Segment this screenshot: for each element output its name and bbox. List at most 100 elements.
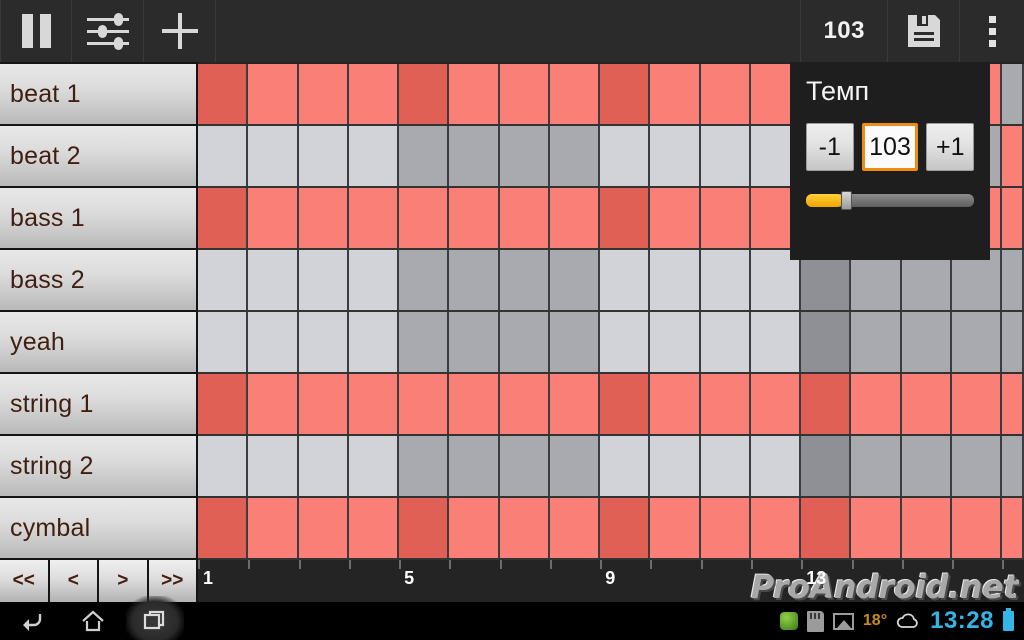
step-cell-r3-c1[interactable] xyxy=(198,188,249,248)
step-cell-r7-c9[interactable] xyxy=(600,436,651,496)
step-cell-r2-c2[interactable] xyxy=(248,126,299,186)
track-label-yeah[interactable]: yeah xyxy=(0,312,198,374)
step-cell-r8-c2[interactable] xyxy=(248,498,299,558)
step-cell-r7-c14[interactable] xyxy=(851,436,902,496)
step-cell-r6-c9[interactable] xyxy=(600,374,651,434)
step-cell-r7-c12[interactable] xyxy=(750,436,801,496)
step-cell-r4-c11[interactable] xyxy=(700,250,751,310)
step-cell-r3-c4[interactable] xyxy=(348,188,399,248)
step-cell-r1-c6[interactable] xyxy=(449,64,500,124)
step-cell-r7-c4[interactable] xyxy=(348,436,399,496)
track-label-beat-1[interactable]: beat 1 xyxy=(0,62,198,126)
step-cell-r6-c10[interactable] xyxy=(650,374,701,434)
track-label-bass-2[interactable]: bass 2 xyxy=(0,250,198,312)
save-button[interactable] xyxy=(888,0,960,62)
step-cell-r3-c10[interactable] xyxy=(650,188,701,248)
step-cell-r5-c15[interactable] xyxy=(901,312,952,372)
step-cell-r2-c7[interactable] xyxy=(499,126,550,186)
step-cell-r6-c5[interactable] xyxy=(399,374,450,434)
step-cell-r7-c1[interactable] xyxy=(198,436,249,496)
step-cell-r4-c7[interactable] xyxy=(499,250,550,310)
step-cell-r3-edge[interactable] xyxy=(1002,188,1024,248)
step-cell-r8-c10[interactable] xyxy=(650,498,701,558)
step-cell-r6-c3[interactable] xyxy=(298,374,349,434)
track-label-beat-2[interactable]: beat 2 xyxy=(0,126,198,188)
step-cell-r3-c8[interactable] xyxy=(549,188,600,248)
step-cell-r4-c9[interactable] xyxy=(600,250,651,310)
step-cell-r7-c6[interactable] xyxy=(449,436,500,496)
step-cell-r7-c16[interactable] xyxy=(951,436,1002,496)
step-cell-r4-c1[interactable] xyxy=(198,250,249,310)
step-cell-r8-c1[interactable] xyxy=(198,498,249,558)
step-cell-r2-c8[interactable] xyxy=(549,126,600,186)
step-cell-r5-c16[interactable] xyxy=(951,312,1002,372)
step-cell-r8-c3[interactable] xyxy=(298,498,349,558)
pause-button[interactable] xyxy=(0,0,72,62)
step-cell-r1-c1[interactable] xyxy=(198,64,249,124)
step-cell-r6-c11[interactable] xyxy=(700,374,751,434)
step-cell-r1-c3[interactable] xyxy=(298,64,349,124)
step-cell-r7-c7[interactable] xyxy=(499,436,550,496)
step-cell-r5-c10[interactable] xyxy=(650,312,701,372)
tempo-increment-button[interactable]: +1 xyxy=(926,123,974,171)
step-cell-r5-c1[interactable] xyxy=(198,312,249,372)
step-cell-r5-c8[interactable] xyxy=(549,312,600,372)
step-cell-r5-c6[interactable] xyxy=(449,312,500,372)
step-cell-r4-c8[interactable] xyxy=(549,250,600,310)
step-cell-r1-edge[interactable] xyxy=(1002,64,1024,124)
step-cell-r4-c2[interactable] xyxy=(248,250,299,310)
tempo-value-field[interactable]: 103 xyxy=(861,123,919,171)
home-button[interactable] xyxy=(62,602,124,640)
step-cell-r5-c14[interactable] xyxy=(851,312,902,372)
step-cell-r2-c5[interactable] xyxy=(399,126,450,186)
step-cell-r2-c4[interactable] xyxy=(348,126,399,186)
rewind-all-button[interactable]: << xyxy=(0,560,50,602)
step-cell-r3-c6[interactable] xyxy=(449,188,500,248)
step-cell-r6-c16[interactable] xyxy=(951,374,1002,434)
step-cell-r3-c11[interactable] xyxy=(700,188,751,248)
step-cell-r2-c9[interactable] xyxy=(600,126,651,186)
step-cell-r1-c11[interactable] xyxy=(700,64,751,124)
step-cell-r5-c2[interactable] xyxy=(248,312,299,372)
tempo-display-button[interactable]: 103 xyxy=(800,0,888,62)
step-cell-r5-c13[interactable] xyxy=(801,312,852,372)
step-cell-r6-c2[interactable] xyxy=(248,374,299,434)
back-button[interactable] xyxy=(0,602,62,640)
step-cell-r5-c3[interactable] xyxy=(298,312,349,372)
mixer-button[interactable] xyxy=(72,0,144,62)
step-cell-r4-edge[interactable] xyxy=(1002,250,1024,310)
step-cell-r8-c12[interactable] xyxy=(750,498,801,558)
step-cell-r6-c12[interactable] xyxy=(750,374,801,434)
step-cell-r2-edge[interactable] xyxy=(1002,126,1024,186)
rewind-button[interactable]: < xyxy=(49,560,99,602)
track-label-cymbal[interactable]: cymbal xyxy=(0,498,198,560)
step-cell-r6-c8[interactable] xyxy=(549,374,600,434)
step-cell-r1-c10[interactable] xyxy=(650,64,701,124)
step-cell-r7-c13[interactable] xyxy=(801,436,852,496)
track-label-string-2[interactable]: string 2 xyxy=(0,436,198,498)
step-cell-r5-c12[interactable] xyxy=(750,312,801,372)
tempo-slider[interactable] xyxy=(806,191,974,210)
step-cell-r8-c8[interactable] xyxy=(549,498,600,558)
step-cell-r7-c3[interactable] xyxy=(298,436,349,496)
step-cell-r8-c5[interactable] xyxy=(399,498,450,558)
step-cell-r1-c8[interactable] xyxy=(549,64,600,124)
step-cell-r6-c13[interactable] xyxy=(801,374,852,434)
add-track-button[interactable] xyxy=(144,0,216,62)
step-cell-r5-c9[interactable] xyxy=(600,312,651,372)
step-cell-r1-c9[interactable] xyxy=(600,64,651,124)
step-cell-r1-c2[interactable] xyxy=(248,64,299,124)
step-cell-r7-c8[interactable] xyxy=(549,436,600,496)
step-cell-r3-c7[interactable] xyxy=(499,188,550,248)
tempo-decrement-button[interactable]: -1 xyxy=(806,123,854,171)
step-cell-r6-c14[interactable] xyxy=(851,374,902,434)
step-cell-r2-c10[interactable] xyxy=(650,126,701,186)
step-cell-r8-c11[interactable] xyxy=(700,498,751,558)
step-cell-r8-c15[interactable] xyxy=(901,498,952,558)
step-cell-r4-c6[interactable] xyxy=(449,250,500,310)
overflow-menu-button[interactable] xyxy=(960,0,1024,62)
step-cell-r3-c3[interactable] xyxy=(298,188,349,248)
track-label-bass-1[interactable]: bass 1 xyxy=(0,188,198,250)
recents-button[interactable] xyxy=(124,596,186,640)
tempo-slider-thumb[interactable] xyxy=(840,191,852,210)
